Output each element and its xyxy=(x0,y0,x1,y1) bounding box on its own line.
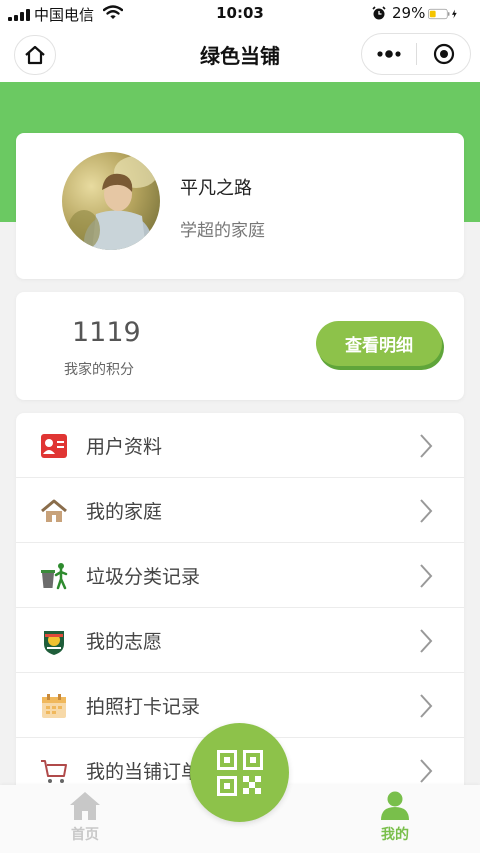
trash-sort-icon xyxy=(41,563,68,590)
miniprogram-capsule xyxy=(361,33,471,75)
calendar-icon xyxy=(42,694,66,718)
tab-home-label: 首页 xyxy=(71,827,99,843)
user-name: 平凡之路 xyxy=(180,178,252,199)
menu-item-trash-records[interactable]: 垃圾分类记录 xyxy=(16,543,464,608)
chevron-right-icon xyxy=(420,629,433,653)
avatar[interactable] xyxy=(62,152,160,250)
qr-code-icon xyxy=(216,749,263,796)
close-miniprogram-button[interactable] xyxy=(417,34,471,74)
chevron-right-icon xyxy=(420,434,433,458)
target-close-icon xyxy=(433,43,455,65)
view-details-button[interactable]: 查看明细 xyxy=(316,321,442,366)
menu-item-label: 垃圾分类记录 xyxy=(86,566,201,588)
user-family: 学超的家庭 xyxy=(180,221,265,241)
tab-mine-label: 我的 xyxy=(381,827,409,843)
menu-item-my-volunteer[interactable]: 我的志愿 xyxy=(16,608,464,673)
chevron-right-icon xyxy=(420,499,433,523)
avatar-photo xyxy=(62,152,160,250)
profile-card: 平凡之路 学超的家庭 xyxy=(16,133,464,279)
qr-code-button[interactable] xyxy=(190,723,289,822)
menu-item-label: 我的家庭 xyxy=(86,501,163,523)
menu-item-label: 拍照打卡记录 xyxy=(86,696,201,718)
more-button[interactable] xyxy=(362,34,416,74)
nav-bar: 绿色当铺 xyxy=(0,28,480,82)
more-dots-icon xyxy=(377,50,401,58)
battery-icon xyxy=(428,8,457,20)
house-icon xyxy=(41,499,67,522)
tab-home[interactable]: 首页 xyxy=(30,785,140,845)
battery-percentage: 29% xyxy=(392,4,426,22)
user-tab-icon xyxy=(381,791,409,820)
menu-item-my-family[interactable]: 我的家庭 xyxy=(16,478,464,543)
menu-item-label: 我的当铺订单 xyxy=(86,761,201,783)
alarm-icon xyxy=(372,6,386,20)
tab-mine[interactable]: 我的 xyxy=(340,785,450,845)
home-tab-icon xyxy=(70,792,100,820)
menu-item-user-profile[interactable]: 用户资料 xyxy=(16,413,464,478)
chevron-right-icon xyxy=(420,564,433,588)
points-value: 1119 xyxy=(72,317,141,348)
menu-item-label: 我的志愿 xyxy=(86,631,163,653)
user-card-icon xyxy=(41,434,67,458)
points-label: 我家的积分 xyxy=(64,362,134,378)
status-bar: 中国电信 10:03 29% xyxy=(0,0,480,28)
chevron-right-icon xyxy=(420,694,433,718)
chevron-right-icon xyxy=(420,759,433,783)
points-card: 1119 我家的积分 查看明细 xyxy=(16,292,464,400)
menu-item-label: 用户资料 xyxy=(86,436,163,458)
shopping-cart-icon xyxy=(41,760,67,783)
volunteer-badge-icon xyxy=(44,631,64,655)
